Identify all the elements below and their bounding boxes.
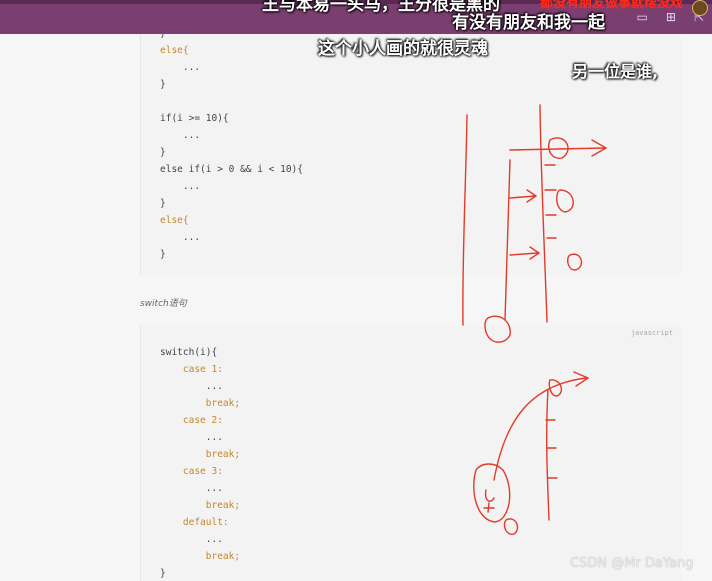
code-line: ... — [160, 381, 223, 392]
code-line: } — [160, 568, 166, 579]
code-line: break; — [160, 500, 241, 511]
code-line: case 3: — [160, 466, 223, 477]
code-line: default: — [160, 517, 229, 528]
code-line: case 2: — [160, 415, 223, 426]
code-line: ... — [160, 432, 223, 443]
code-line: } — [160, 249, 166, 260]
subtitle-line-2: 这个小人画的就很灵魂 — [318, 39, 488, 59]
code-line: ... — [160, 483, 223, 494]
subtitle-line-3: 另一位是谁, — [572, 62, 659, 81]
window-icon[interactable]: ▭ — [637, 10, 648, 24]
code-line: else{ — [160, 45, 189, 56]
watermark: CSDN @Mr DaYang — [570, 556, 694, 571]
code-line: else if(i > 0 && i < 10){ — [160, 164, 303, 175]
code-line: else{ — [160, 215, 189, 226]
code-line: } — [160, 147, 166, 158]
code-line: break; — [160, 449, 241, 460]
code-line: ... — [160, 534, 223, 545]
code-line: break; — [160, 551, 241, 562]
code-line: ... — [160, 62, 201, 73]
subtitle-line-1: 有没有朋友和我一起 — [452, 13, 605, 33]
code-line: } — [160, 198, 166, 209]
code-line: if(i >= 10){ — [160, 113, 229, 124]
code-line: switch(i){ — [160, 347, 218, 358]
code-line: case 1: — [160, 364, 223, 375]
code-line: ... — [160, 130, 201, 141]
code-block-switch: javascript switch(i){ case 1: ... break;… — [140, 325, 681, 581]
language-tag: javascript — [630, 329, 673, 337]
avatar[interactable] — [692, 0, 708, 16]
code-line: } — [160, 79, 166, 90]
section-label: switch语句 — [140, 299, 187, 309]
code-line: ... — [160, 181, 201, 192]
code-line: break; — [160, 398, 241, 409]
gift-icon[interactable]: ⊞ — [666, 10, 676, 24]
code-line: ... — [160, 232, 201, 243]
